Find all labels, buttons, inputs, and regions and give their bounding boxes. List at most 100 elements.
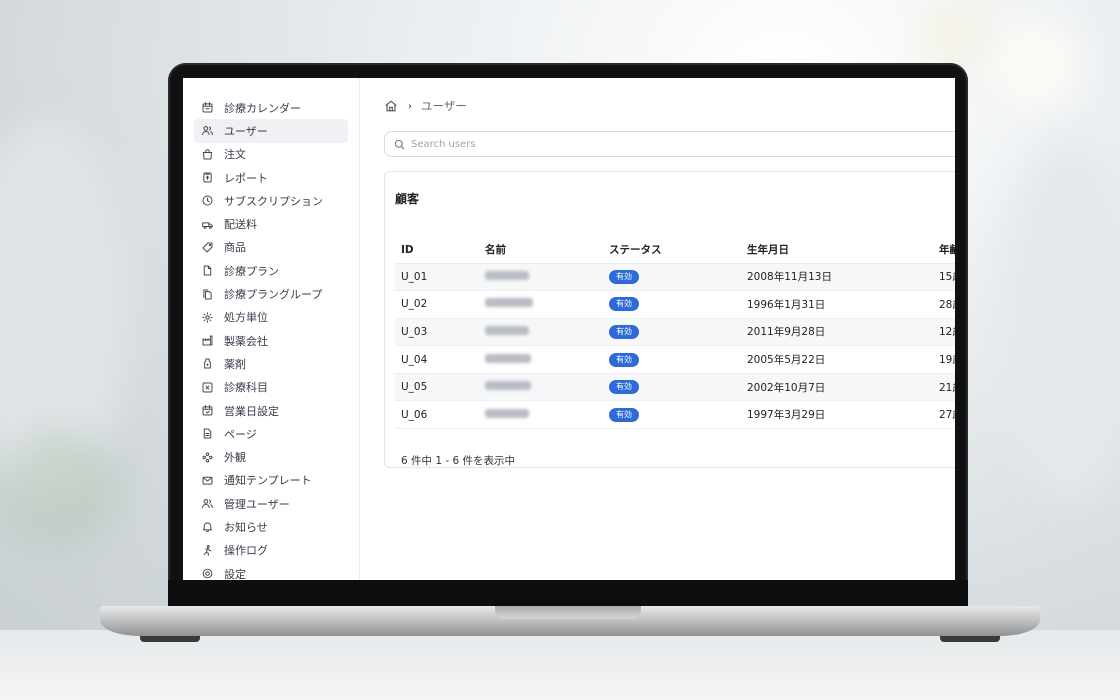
sidebar-item-13[interactable]: 診療科目 [194, 376, 348, 399]
search-box[interactable]: Search users [384, 131, 955, 157]
table-row[interactable]: U_05 有効 2002年10月7日21歳 [395, 373, 955, 402]
breadcrumb-current: ユーザー [421, 99, 467, 113]
sidebar-item-label: レポート [224, 171, 268, 185]
cell-birthdate: 1996年1月31日 [741, 290, 933, 319]
cell-age: 15歳 [933, 263, 955, 292]
column-header-birthdate[interactable]: 生年月日 [741, 237, 933, 264]
sidebar-item-label: 製薬会社 [224, 334, 268, 348]
cell-id: U_06 [395, 400, 479, 430]
cell-id: U_05 [395, 373, 479, 402]
sidebar-item-label: 診療プラングループ [224, 288, 323, 302]
column-header-name[interactable]: 名前 [479, 237, 603, 264]
table-row[interactable]: U_06 有効 1997年3月29日27歳 [395, 400, 955, 430]
table-row[interactable]: U_02 有効 1996年1月31日28歳 [395, 290, 955, 319]
shopping-bag-icon [200, 147, 214, 161]
sidebar-item-label: 商品 [224, 241, 246, 255]
redacted-name [485, 325, 529, 335]
cell-name [479, 263, 603, 292]
sidebar-item-2[interactable]: ユーザー [194, 119, 348, 143]
cell-name [479, 373, 603, 402]
redacted-name [485, 270, 529, 280]
sidebar-item-label: ページ [224, 427, 257, 441]
sidebar-item-19[interactable]: お知らせ [194, 515, 348, 538]
sidebar-item-15[interactable]: ページ [194, 422, 348, 445]
cell-id: U_01 [395, 263, 479, 292]
sidebar-item-label: 薬剤 [224, 357, 246, 371]
sidebar-item-12[interactable]: 薬剤 [194, 352, 348, 375]
background-light [920, 0, 990, 70]
sidebar-item-label: 営業日設定 [224, 404, 279, 418]
sidebar-item-label: 操作ログ [224, 544, 268, 558]
laptop-foot [940, 636, 1000, 642]
sidebar-item-6[interactable]: 配送料 [194, 212, 348, 235]
sidebar-item-11[interactable]: 製薬会社 [194, 329, 348, 352]
status-badge: 有効 [609, 380, 639, 395]
sidebar-item-7[interactable]: 商品 [194, 236, 348, 259]
search-input[interactable]: Search users [411, 139, 476, 150]
mail-icon [200, 473, 214, 487]
cell-id: U_04 [395, 345, 479, 374]
sidebar-item-17[interactable]: 通知テンプレート [194, 469, 348, 492]
clock-icon [200, 194, 214, 208]
cell-birthdate: 2005年5月22日 [741, 345, 933, 374]
sidebar: 診療カレンダー ユーザー 注文レポートサブスクリプション配送料商品診療プラン診療プラ… [183, 78, 360, 580]
cell-name [479, 318, 603, 347]
sidebar-item-label: 設定 [224, 567, 246, 580]
redacted-name [485, 353, 531, 363]
column-header-age[interactable]: 年齢 [933, 237, 955, 264]
sidebar-item-21[interactable]: 設定 [194, 562, 348, 580]
main-content: › ユーザー Search users 顧客 ID 名前 ステータス 生年月日 … [360, 78, 955, 580]
sidebar-item-9[interactable]: 診療プラングループ [194, 282, 348, 305]
cell-age: 27歳 [933, 400, 955, 430]
sidebar-item-label: 外観 [224, 451, 246, 465]
report-icon [200, 171, 214, 185]
cell-birthdate: 2011年9月28日 [741, 318, 933, 347]
cell-age: 19歳 [933, 345, 955, 374]
activity-icon [200, 543, 214, 557]
sidebar-item-10[interactable]: 処方単位 [194, 306, 348, 329]
status-badge: 有効 [609, 324, 639, 339]
table-row[interactable]: U_03 有効 2011年9月28日12歳 [395, 318, 955, 347]
sidebar-item-5[interactable]: サブスクリプション [194, 189, 348, 212]
cell-status: 有効 [603, 400, 741, 430]
cell-age: 21歳 [933, 373, 955, 402]
status-badge: 有効 [609, 297, 639, 312]
status-badge: 有効 [609, 269, 639, 284]
customers-card: 顧客 ID 名前 ステータス 生年月日 年齢 U_01 有効 2008年11月13日… [384, 171, 955, 468]
factory-icon [200, 334, 214, 348]
laptop-bezel [168, 580, 968, 608]
sidebar-item-label: 処方単位 [224, 311, 268, 325]
cell-age: 28歳 [933, 290, 955, 319]
sidebar-item-label: 診療プラン [224, 264, 279, 278]
gear-icon [200, 310, 214, 324]
sidebar-item-4[interactable]: レポート [194, 166, 348, 189]
customers-table: ID 名前 ステータス 生年月日 年齢 U_01 有効 2008年11月13日15歳… [395, 237, 955, 430]
sidebar-item-18[interactable]: 管理ユーザー [194, 492, 348, 515]
sidebar-item-1[interactable]: 診療カレンダー [194, 96, 348, 119]
redacted-name [485, 381, 531, 391]
breadcrumb-separator: › [408, 100, 412, 112]
home-icon[interactable] [384, 99, 398, 113]
file-icon [200, 264, 214, 278]
column-header-id[interactable]: ID [395, 237, 479, 264]
cell-birthdate: 2008年11月13日 [741, 263, 933, 292]
column-header-status[interactable]: ステータス [603, 237, 741, 264]
table-row[interactable]: U_01 有効 2008年11月13日15歳 [395, 263, 955, 292]
table-row[interactable]: U_04 有効 2005年5月22日19歳 [395, 345, 955, 374]
sidebar-item-16[interactable]: 外観 [194, 445, 348, 468]
truck-icon [200, 217, 214, 231]
background-blur [1000, 140, 1120, 500]
app-screen: 診療カレンダー ユーザー 注文 レポート サブスクリプション 配送料 商品 診療プラン 診療プラ… [183, 78, 955, 580]
laptop-foot [140, 636, 200, 642]
calendar-icon [200, 101, 214, 115]
sidebar-item-14[interactable]: 営業日設定 [194, 399, 348, 422]
cell-name [479, 290, 603, 319]
sidebar-item-20[interactable]: 操作ログ [194, 539, 348, 562]
tag-icon [200, 240, 214, 254]
sidebar-item-label: 配送料 [224, 218, 257, 232]
files-icon [200, 287, 214, 301]
sidebar-item-3[interactable]: 注文 [194, 143, 348, 166]
cell-birthdate: 2002年10月7日 [741, 373, 933, 402]
sidebar-item-8[interactable]: 診療プラン [194, 259, 348, 282]
bell-icon [200, 520, 214, 534]
